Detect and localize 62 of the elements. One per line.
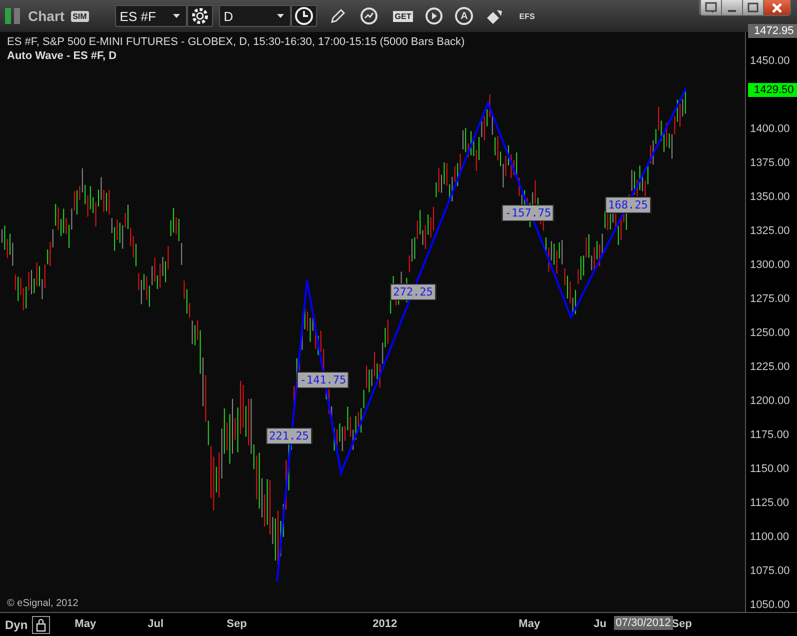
axis-label: 1300.00 (750, 259, 790, 271)
price-tag: 1472.95 (748, 24, 797, 38)
axis-label: 1450.00 (750, 55, 790, 67)
axis-label: Ju (594, 618, 607, 630)
sim-badge: SIM (70, 10, 89, 22)
axis-label: 1200.00 (750, 395, 790, 407)
wave-label: 168.25 (605, 196, 651, 214)
axis-label: 1375.00 (750, 157, 790, 169)
window-menu-button[interactable] (700, 0, 721, 15)
axis-label: 1150.00 (750, 463, 789, 475)
interval-dropdown[interactable]: D (218, 5, 291, 27)
symbol-dropdown[interactable]: ES #F (114, 5, 187, 27)
axis-label: 1100.00 (750, 531, 789, 543)
axis-label: Jul (148, 618, 164, 630)
wave-label: -157.75 (502, 204, 554, 222)
price-tag: 1429.50 (748, 82, 797, 97)
wave-label: -141.75 (296, 372, 350, 389)
lock-icon (34, 618, 47, 632)
settings-button[interactable] (186, 5, 213, 27)
axis-label: May (74, 618, 96, 630)
axis-label: 1050.00 (750, 599, 790, 611)
efs-button[interactable]: EFS (519, 12, 535, 20)
axis-label: 1325.00 (750, 225, 790, 237)
cursor-date: 07/30/2012 (614, 616, 673, 630)
close-button[interactable] (763, 0, 790, 15)
analysis-button[interactable]: A (455, 7, 474, 25)
dyn-label: Dyn (5, 618, 28, 632)
window-title: Chart (28, 8, 65, 24)
axis-label: 1250.00 (750, 327, 790, 339)
maximize-icon (747, 2, 759, 14)
axis-label: 1175.00 (750, 429, 789, 441)
axis-label: Sep (672, 618, 692, 630)
axis-label: 1400.00 (750, 123, 790, 135)
maximize-button[interactable] (742, 0, 763, 15)
axis-label: 1075.00 (750, 565, 790, 577)
axis-label: 2012 (372, 618, 398, 630)
axis-label: Sep (226, 618, 247, 630)
axis-label: 1225.00 (750, 361, 790, 373)
axis-label: May (518, 618, 540, 630)
axis-label: 1125.00 (750, 497, 789, 509)
window-icon (705, 2, 717, 14)
caret-icon (172, 14, 180, 18)
wave-label: 272.25 (390, 283, 436, 300)
axis-label: 1275.00 (750, 293, 790, 305)
pencil-icon[interactable] (328, 7, 347, 25)
wave-label: 221.25 (266, 428, 312, 444)
play-icon[interactable] (425, 7, 444, 25)
chart-circle-icon[interactable] (358, 6, 379, 26)
panel-icon (4, 6, 22, 26)
minimize-icon (728, 10, 736, 12)
chart-header: ES #F, S&P 500 E-MINI FUTURES - GLOBEX, D, 15:30-16:30, 17:00-15:15 (5000 Bars Back) (7, 36, 465, 48)
get-button[interactable]: GET (392, 10, 414, 22)
study-title: Auto Wave - ES #F, D (7, 50, 117, 62)
interval-button[interactable] (290, 5, 317, 27)
gear-icon (190, 6, 210, 26)
axis-label: 1350.00 (750, 191, 790, 203)
copyright-text: © eSignal, 2012 (7, 598, 78, 609)
caret-icon (276, 14, 284, 18)
clock-icon (294, 6, 314, 26)
lock-button[interactable] (32, 616, 50, 634)
minimize-button[interactable] (721, 0, 742, 15)
close-icon (771, 2, 783, 14)
